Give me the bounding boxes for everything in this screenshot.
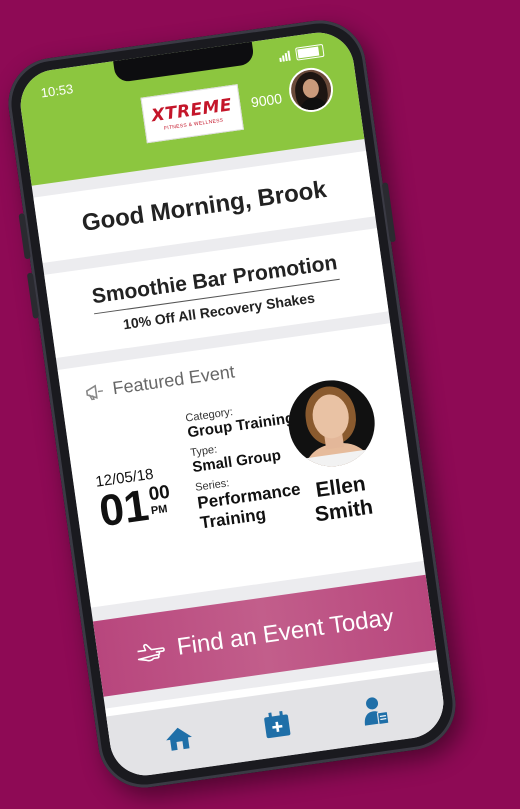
instructor[interactable]: Ellen Smith <box>278 374 393 530</box>
user-avatar[interactable] <box>286 65 336 115</box>
points-balance: 9000 <box>249 90 284 111</box>
featured-event-card[interactable]: Featured Event 12/05/18 01 00 PM Categor… <box>57 323 424 608</box>
instructor-photo <box>283 374 381 472</box>
event-hour: 01 <box>96 480 152 537</box>
pointing-hand-icon <box>137 643 165 662</box>
status-indicators <box>278 43 325 63</box>
featured-heading: Featured Event <box>84 361 237 403</box>
battery-icon <box>295 43 325 61</box>
featured-heading-label: Featured Event <box>111 361 236 399</box>
greeting-text: Good Morning, Brook <box>80 175 329 237</box>
signal-icon <box>278 50 291 62</box>
profile-icon <box>364 697 390 726</box>
app-screen: 10:53 XTREME FITNESS & WELLNESS 9000 Goo… <box>16 28 448 780</box>
megaphone-icon <box>85 384 103 400</box>
status-time: 10:53 <box>39 81 75 101</box>
xtreme-logo[interactable]: XTREME FITNESS & WELLNESS <box>140 84 244 144</box>
find-event-label: Find an Event Today <box>175 603 396 661</box>
volume-up-button <box>18 213 31 260</box>
tab-events[interactable] <box>254 702 299 747</box>
home-icon <box>166 727 193 751</box>
event-datetime: 12/05/18 01 00 PM <box>94 464 174 537</box>
phone-frame: 10:53 XTREME FITNESS & WELLNESS 9000 Goo… <box>2 14 462 794</box>
calendar-add-icon <box>264 711 291 739</box>
volume-down-button <box>26 272 40 319</box>
event-ampm: PM <box>150 503 169 518</box>
power-button <box>381 182 396 243</box>
tab-home[interactable] <box>157 716 202 761</box>
tab-profile[interactable] <box>352 689 397 734</box>
